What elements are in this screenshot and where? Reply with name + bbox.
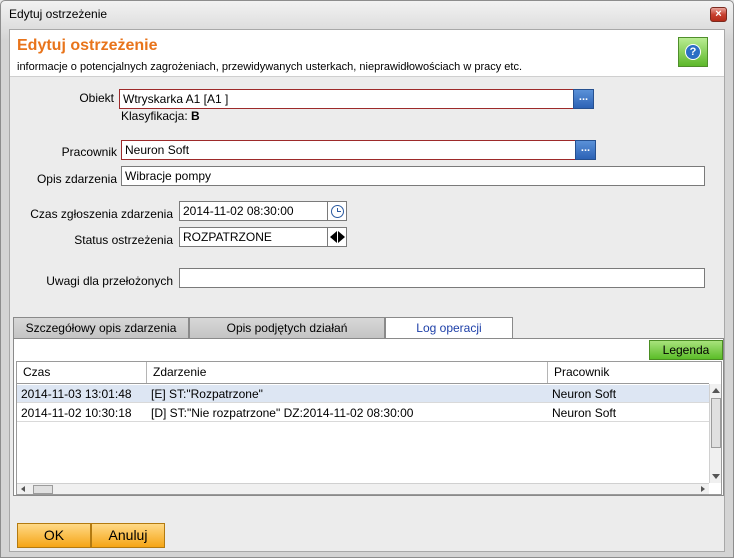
klasyfikacja-text: Klasyfikacja: B (121, 109, 200, 123)
horizontal-scrollbar[interactable] (17, 483, 709, 494)
title-bar: Edytuj ostrzeżenie × (1, 1, 733, 29)
scroll-left-icon[interactable] (21, 486, 25, 492)
window-title: Edytuj ostrzeżenie (9, 7, 108, 21)
cell-zdarzenie: [D] ST:"Nie rozpatrzone" DZ:2014-11-02 0… (151, 406, 414, 420)
czas-zgloszenia-field[interactable]: 2014-11-02 08:30:00 (179, 201, 328, 221)
pracownik-label: Pracownik (61, 145, 117, 159)
dialog-header: Edytuj ostrzeżenie informacje o potencja… (10, 30, 724, 77)
ok-button[interactable]: OK (17, 523, 91, 548)
column-header-pracownik[interactable]: Pracownik (548, 362, 709, 383)
clock-icon (330, 204, 344, 218)
cell-pracownik: Neuron Soft (552, 406, 617, 420)
cell-zdarzenie: [E] ST:"Rozpatrzone" (151, 387, 263, 401)
status-label: Status ostrzeżenia (74, 233, 173, 247)
cell-pracownik: Neuron Soft (552, 387, 617, 401)
cell-czas: 2014-11-02 10:30:18 (21, 406, 132, 420)
opis-zdarzenia-field[interactable]: Wibracje pompy (121, 166, 705, 186)
tab-szczegolowy-opis[interactable]: Szczegółowy opis zdarzenia (13, 317, 189, 338)
klasyfikacja-label: Klasyfikacja: (121, 109, 188, 123)
pracownik-field[interactable]: Neuron Soft (121, 140, 576, 160)
page-subtitle: informacje o potencjalnych zagrożeniach,… (17, 61, 523, 73)
status-switch-button[interactable] (327, 227, 347, 247)
opis-label: Opis zdarzenia (36, 172, 117, 186)
column-header-zdarzenie[interactable]: Zdarzenie (147, 362, 548, 383)
status-field[interactable]: ROZPATRZONE (179, 227, 328, 247)
czas-label: Czas zgłoszenia zdarzenia (30, 207, 173, 221)
uwagi-label: Uwagi dla przełożonych (46, 274, 173, 288)
tab-opis-dzialan[interactable]: Opis podjętych działań (189, 317, 385, 338)
obiekt-field[interactable]: Wtryskarka A1 [A1 ] (119, 89, 574, 109)
scroll-up-icon[interactable] (712, 388, 720, 393)
column-header-czas[interactable]: Czas (17, 362, 147, 383)
vertical-scrollbar[interactable] (709, 384, 721, 483)
obiekt-browse-button[interactable]: ... (573, 89, 594, 109)
uwagi-field[interactable] (179, 268, 705, 288)
vertical-scroll-thumb[interactable] (711, 398, 721, 448)
arrow-left-icon (329, 231, 337, 243)
cancel-button[interactable]: Anuluj (91, 523, 165, 548)
log-tab-panel: Legenda Czas Zdarzenie Pracownik 2014-11… (13, 338, 724, 496)
help-button[interactable]: ? (678, 37, 708, 67)
action-bar: OK Anuluj (10, 519, 724, 551)
datetime-picker-button[interactable] (327, 201, 347, 221)
table-row[interactable]: 2014-11-03 13:01:48 [E] ST:"Rozpatrzone"… (17, 385, 709, 403)
scroll-down-icon[interactable] (712, 474, 720, 479)
arrow-right-icon (337, 231, 345, 243)
table-header: Czas Zdarzenie Pracownik (17, 362, 709, 384)
edit-warning-window: Edytuj ostrzeżenie × Edytuj ostrzeżenie … (0, 0, 734, 558)
obiekt-label: Obiekt (79, 91, 114, 105)
scroll-right-icon[interactable] (701, 486, 705, 492)
pracownik-browse-button[interactable]: ... (575, 140, 596, 160)
help-icon: ? (685, 44, 701, 60)
dialog-content: Edytuj ostrzeżenie informacje o potencja… (9, 29, 725, 552)
legend-button[interactable]: Legenda (649, 340, 723, 360)
klasyfikacja-value: B (191, 109, 200, 123)
page-title: Edytuj ostrzeżenie (17, 37, 158, 54)
tab-log-operacji[interactable]: Log operacji (385, 317, 513, 339)
close-window-button[interactable]: × (710, 7, 727, 22)
table-row[interactable]: 2014-11-02 10:30:18 [D] ST:"Nie rozpatrz… (17, 404, 709, 422)
horizontal-scroll-thumb[interactable] (33, 485, 53, 494)
log-table: Czas Zdarzenie Pracownik 2014-11-03 13:0… (16, 361, 722, 495)
cell-czas: 2014-11-03 13:01:48 (21, 387, 132, 401)
